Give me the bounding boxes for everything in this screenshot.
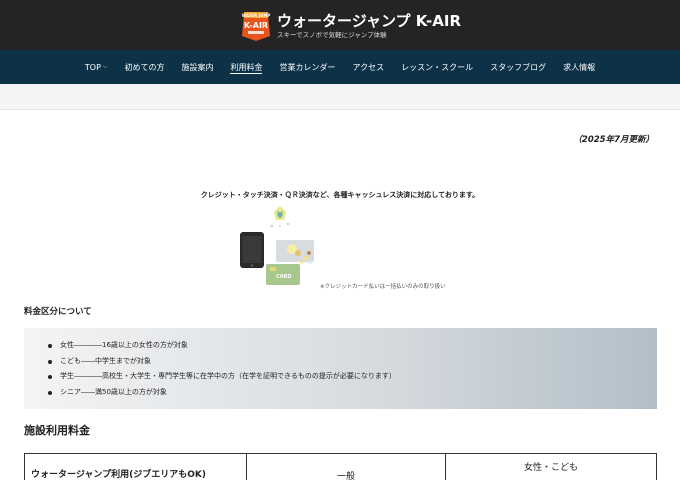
list-item: こども――中学生までが対象 <box>48 354 396 370</box>
sparkle-icon <box>270 222 290 228</box>
table-header-cell: ウォータージャンプ利用(ジブエリアもOK) <box>25 454 247 480</box>
fee-table: ウォータージャンプ利用(ジブエリアもOK) 一般 女性・こども <box>24 453 657 480</box>
section-heading-facility-fees: 施設利用料金 <box>24 424 90 437</box>
nav-item-first-time[interactable]: 初めての方 <box>124 50 164 84</box>
credit-card-icon <box>276 240 314 262</box>
yen-coin-icon: ¥ <box>274 206 286 221</box>
card-label: CARD <box>276 274 292 280</box>
nav-item-calendar[interactable]: 営業カレンダー <box>279 50 335 84</box>
nav-item-jobs[interactable]: 求人情報 <box>563 50 595 84</box>
cashless-payment-illustration: ¥ CARD <box>240 206 314 285</box>
site-header: WATER JUMP K-AIR ウォータージャンプ K-AIR スキーでスノボ… <box>0 0 680 50</box>
list-item: シニア――満50歳以上の方が対象 <box>48 385 396 401</box>
chevron-down-icon: ⌵ <box>102 63 108 70</box>
nav-item-top[interactable]: TOP ⌵ <box>85 50 108 84</box>
nav-item-access[interactable]: アクセス <box>352 50 384 84</box>
smartphone-icon <box>240 232 264 268</box>
section-heading-categories: 料金区分について <box>24 307 92 317</box>
cashless-notice: クレジット・タッチ決済・ＱＲ決済など、各種キャッシュレス決済に対応しております。 <box>200 191 480 199</box>
nav-item-staff-blog[interactable]: スタッフブログ <box>490 50 546 84</box>
table-header-cell: 女性・こども <box>523 463 578 473</box>
nav-item-facility[interactable]: 施設案内 <box>181 50 213 84</box>
logo-top-text: WATER JUMP <box>242 13 271 18</box>
nav-item-pricing[interactable]: 利用料金 <box>230 50 263 84</box>
card-payment-note: ※クレジットカード払いは一括払いのみの取り扱い <box>320 284 446 290</box>
logo-main-text: K-AIR <box>244 21 268 30</box>
table-header-cell: 一般 <box>247 454 446 480</box>
list-item: 女性――――16歳以上の女性の方が対象 <box>48 338 396 354</box>
nav-item-lesson[interactable]: レッスン・スクール <box>401 50 473 84</box>
site-subtitle: スキーでスノボで気軽にジャンプ体験 <box>277 31 387 39</box>
updated-date: （2025年7月更新） <box>573 135 654 145</box>
svg-text:¥: ¥ <box>277 211 284 221</box>
card-icon: CARD <box>266 264 300 285</box>
main-nav: TOP ⌵ 初めての方 施設案内 利用料金 営業カレンダー アクセス レッスン・ス… <box>0 50 680 84</box>
breadcrumb-band <box>0 84 680 110</box>
k-air-logo-icon[interactable]: WATER JUMP K-AIR <box>240 8 272 42</box>
category-box: 女性――――16歳以上の女性の方が対象 こども――中学生までが対象 学生――――… <box>24 328 657 409</box>
list-item: 学生――――高校生・大学生・専門学生等に在学中の方（在学を証明できるものの提示が… <box>48 369 396 385</box>
site-title[interactable]: ウォータージャンプ K-AIR <box>277 10 461 31</box>
